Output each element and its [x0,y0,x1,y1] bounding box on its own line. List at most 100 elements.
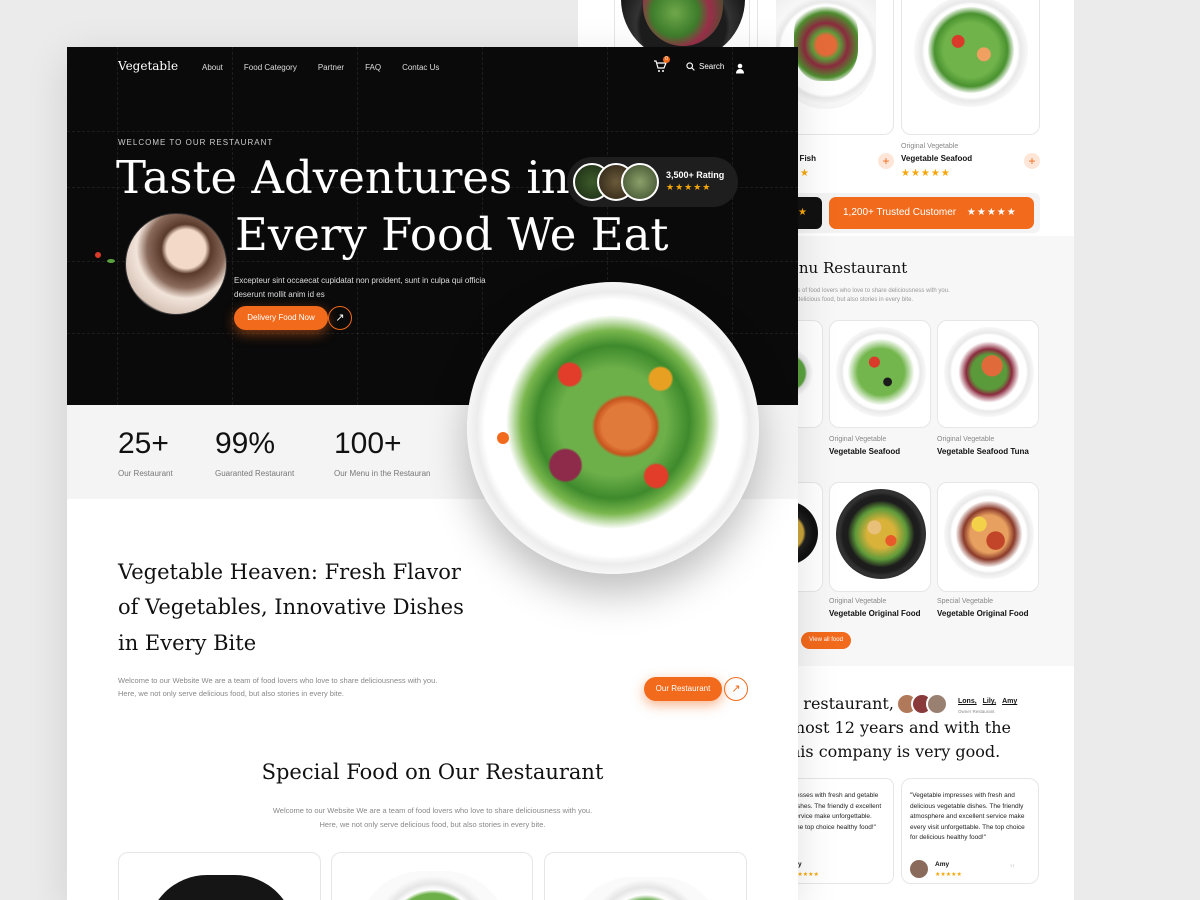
our-restaurant-button[interactable]: Our Restaurant [644,677,722,701]
arrow-icon[interactable]: ↗ [724,677,748,701]
user-icon [736,63,744,74]
tomato-decor [95,252,101,258]
stat-value: 99% [215,427,276,460]
food-name: Vegetable Seafood Tuna [937,447,1029,456]
hero-description: Excepteur sint occaecat cupidatat non pr… [234,276,486,285]
menu-title: enu Restaurant [790,259,908,277]
grain-bowl-image [848,501,914,567]
add-to-cart-button[interactable]: + [878,153,894,169]
nav-about[interactable]: About [202,63,223,72]
salmon-salad-image [958,341,1020,403]
stat-label: Our Menu in the Restauran [334,469,431,478]
seafood-salad-image [928,7,1014,93]
food-plate [914,0,1028,107]
food-card[interactable] [118,852,321,900]
food-card[interactable] [937,482,1039,592]
stat-label: Guaranted Restaurant [215,469,295,478]
search-button[interactable]: Search [686,62,724,71]
food-card[interactable] [937,320,1039,428]
mixed-plate-image [956,501,1022,567]
about-description: Here, we not only serve delicious food, … [118,689,344,698]
stat-label: Our Restaurant [118,469,173,478]
reviewer-avatar [910,860,928,878]
review-card: "Vegetable impresses with fresh and deli… [901,778,1039,884]
founder-names: Lons, Lily, Amy [958,698,1017,705]
food-name: Vegetable Seafood [901,154,973,163]
user-account-button[interactable] [735,61,745,79]
grid-line [117,47,118,405]
add-to-cart-button[interactable]: + [1024,153,1040,169]
food-category: Original Vegetable [829,598,887,605]
stat-value: 25+ [118,427,169,460]
reviewer-name: y [798,861,802,868]
special-food-description: Here, we not only serve delicious food, … [319,820,546,829]
nav-partner[interactable]: Partner [318,63,344,72]
avatar [926,693,948,715]
hero-description: deserunt mollit anim id es [234,290,325,299]
food-category: Original Vegetable [829,436,887,443]
testimonial-heading-line: most 12 years and with the [790,718,1011,737]
food-card[interactable] [901,0,1040,135]
hero-headline-line-1: Taste Adventures in [116,151,570,204]
menu-desc: e delicious food, but also stories in ev… [792,297,914,303]
about-title-line: of Vegetables, Innovative Dishes [118,595,464,619]
grid-line [232,47,233,405]
review-stars: ★★★★★ [935,872,962,878]
salmon-salad-image [505,314,721,530]
testimonial-heading-line: s restaurant, [790,694,894,713]
special-food-title: Special Food on Our Restaurant [261,760,604,784]
founder-name: Lons, [958,698,977,705]
menu-desc: ers of food lovers who love to share del… [792,288,950,294]
seafood-salad-image [848,339,914,405]
founder-name: Amy [1002,698,1018,705]
leaf-decor [107,259,115,263]
cart-button[interactable]: 0 [653,56,670,74]
nav-faq[interactable]: FAQ [365,63,381,72]
about-title-line: Vegetable Heaven: Fresh Flavor [118,560,461,584]
search-icon [686,62,695,71]
restaurant-thumb [621,163,659,201]
food-plate [571,877,721,900]
rating-stars: ★★★★★ [901,168,951,179]
nav-food-category[interactable]: Food Category [244,63,297,72]
food-name: Vegetable Original Food [829,609,921,618]
delivery-food-button[interactable]: Delivery Food Now [234,306,328,330]
founder-role: Owner Restaurant [958,709,995,714]
landing-page: Vegetable About Food Category Partner FA… [67,47,798,900]
salad-image [643,0,723,46]
testimonial-heading-line: his company is very good. [790,742,1001,761]
rating-label: 3,500+ Rating [666,170,725,180]
reviewer-name: Amy [935,861,950,868]
quote-icon: ” [1010,861,1015,877]
food-plate [944,327,1034,417]
salmon-salad-image [794,1,858,81]
food-card[interactable] [829,320,931,428]
orange-dot-decor [497,432,509,444]
search-label: Search [699,62,725,71]
arrow-icon[interactable]: ↗ [328,306,352,330]
food-plate [944,489,1034,579]
food-plate [836,327,926,417]
welcome-eyebrow: WELCOME TO OUR RESTAURANT [118,138,274,147]
food-category: Original Vegetable [937,436,995,443]
rating-chip: 3,500+ Rating ★★★★★ [567,157,738,207]
review-text: tresses with fresh and getable dishes. T… [792,792,882,831]
hero-headline-line-2: Every Food We Eat [235,208,669,261]
main-nav: About Food Category Partner FAQ Contac U… [202,63,439,72]
food-category: Original Vegetable [901,143,959,150]
nav-contact[interactable]: Contac Us [402,63,439,72]
special-food-description: Welcome to our Website We are a team of … [272,806,593,815]
about-description: Welcome to our Website We are a team of … [118,676,438,685]
trusted-label: 1,200+ Trusted Customer [843,207,957,218]
food-plate [836,489,926,579]
about-title-line: in Every Bite [118,631,257,655]
food-card[interactable] [331,852,533,900]
food-card[interactable] [544,852,747,900]
trusted-stars: ★★★★★ [966,207,1017,218]
hero-salad-plate [467,282,759,574]
view-all-button[interactable]: View all food [801,632,851,649]
stat-value: 100+ [334,427,402,460]
brand-logo[interactable]: Vegetable [118,59,178,73]
food-card[interactable] [829,482,931,592]
founder-name: Lily, [982,698,997,705]
